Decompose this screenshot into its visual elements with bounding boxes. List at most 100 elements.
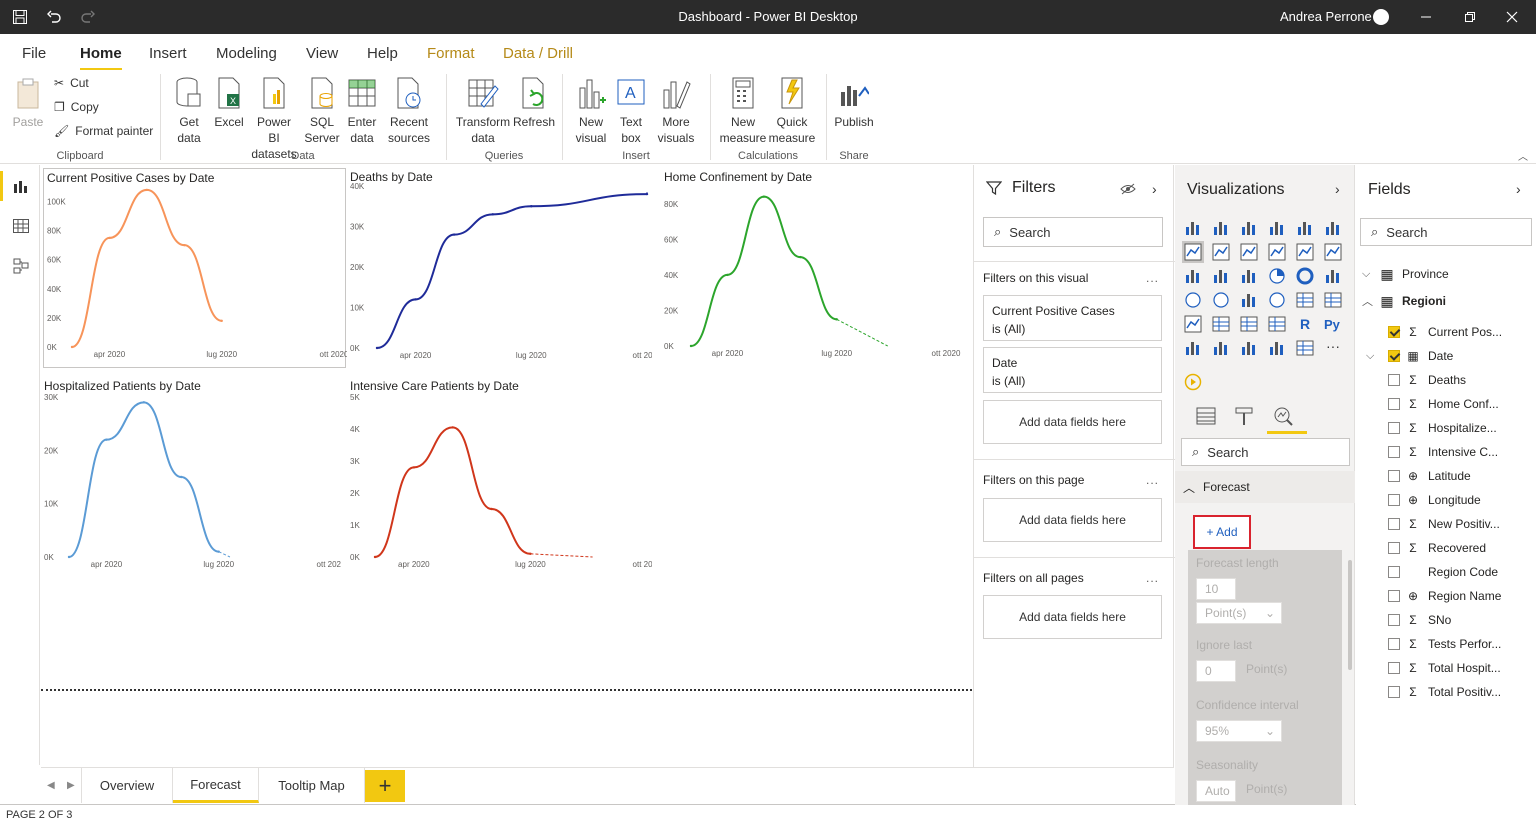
- map-icon[interactable]: [1182, 289, 1204, 311]
- menu-view[interactable]: View: [306, 45, 338, 62]
- field-checkbox[interactable]: [1388, 446, 1400, 458]
- python-visual-icon[interactable]: Py: [1322, 313, 1344, 335]
- collapse-ribbon-icon[interactable]: ︿: [1518, 148, 1528, 163]
- menu-modeling[interactable]: Modeling: [216, 45, 277, 62]
- slicer-icon[interactable]: [1210, 313, 1232, 335]
- filled-map-icon[interactable]: [1210, 289, 1232, 311]
- confidence-select[interactable]: 95% ⌄: [1196, 720, 1282, 742]
- menu-help[interactable]: Help: [367, 45, 398, 62]
- recent-sources-button[interactable]: Recent sources: [382, 74, 436, 146]
- field-table-regioni[interactable]: ︿ ▦ Regioni: [1356, 290, 1536, 312]
- report-view-icon[interactable]: [0, 171, 32, 201]
- field-checkbox[interactable]: [1388, 470, 1400, 482]
- add-forecast-button[interactable]: + Add: [1193, 515, 1251, 549]
- ribbon-chart-icon[interactable]: [1322, 241, 1344, 263]
- waterfall-icon[interactable]: [1182, 265, 1204, 287]
- drop-zone-page[interactable]: Add data fields here: [983, 498, 1162, 542]
- r-visual-icon[interactable]: R: [1294, 313, 1316, 335]
- fields-tab-icon[interactable]: [1195, 405, 1219, 429]
- copy-button[interactable]: ❐ Copy: [54, 100, 99, 114]
- drop-zone-all[interactable]: Add data fields here: [983, 595, 1162, 639]
- field-item[interactable]: ⌵ ▦ Date: [1356, 345, 1536, 367]
- chart-deaths[interactable]: Deaths by Date 40K 30K 20K 10K 0K apr 2020 lug …: [347, 168, 652, 368]
- menu-data-drill[interactable]: Data / Drill: [503, 45, 573, 62]
- field-table-province[interactable]: ⌵ ▦ Province: [1356, 263, 1536, 285]
- card-icon[interactable]: [1294, 289, 1316, 311]
- powerbi-datasets-button[interactable]: Power BI datasets: [250, 74, 298, 162]
- qa-icon[interactable]: [1238, 337, 1260, 359]
- field-item[interactable]: Σ Hospitalize...: [1356, 417, 1536, 439]
- more-icon[interactable]: ···: [1322, 337, 1344, 359]
- funnel-icon[interactable]: [1210, 265, 1232, 287]
- field-checkbox[interactable]: [1388, 542, 1400, 554]
- stacked-bar-icon[interactable]: [1182, 217, 1204, 239]
- format-tab-icon[interactable]: [1233, 405, 1257, 429]
- field-item[interactable]: Σ New Positiv...: [1356, 513, 1536, 535]
- viz-search-input[interactable]: ⌕ Search: [1181, 438, 1350, 466]
- 100-bar-icon[interactable]: [1294, 217, 1316, 239]
- field-item[interactable]: ⊕ Region Name: [1356, 585, 1536, 607]
- quick-measure-button[interactable]: Quick measure: [768, 74, 816, 146]
- user-name[interactable]: Andrea Perrone: [1280, 9, 1372, 24]
- new-measure-button[interactable]: New measure: [718, 74, 768, 146]
- field-checkbox[interactable]: [1388, 518, 1400, 530]
- seasonality-input[interactable]: Auto: [1196, 780, 1236, 802]
- key-influencers-icon[interactable]: [1182, 337, 1204, 359]
- chevron-down-icon[interactable]: ⌵: [1362, 268, 1376, 281]
- analytics-tab-icon[interactable]: [1272, 405, 1298, 429]
- stacked-area-icon[interactable]: [1238, 241, 1260, 263]
- new-visual-button[interactable]: New visual: [572, 74, 610, 146]
- field-checkbox[interactable]: [1388, 494, 1400, 506]
- data-view-icon[interactable]: [10, 215, 32, 237]
- donut-icon[interactable]: [1294, 265, 1316, 287]
- model-view-icon[interactable]: [10, 255, 32, 277]
- field-checkbox[interactable]: [1388, 374, 1400, 386]
- field-checkbox[interactable]: [1388, 686, 1400, 698]
- publish-button[interactable]: Publish: [832, 74, 876, 130]
- paste-button[interactable]: Paste: [10, 74, 46, 130]
- transform-data-button[interactable]: Transform data: [454, 74, 512, 146]
- tab-forecast[interactable]: Forecast: [173, 768, 259, 803]
- text-box-button[interactable]: A Text box: [612, 74, 650, 146]
- smart-narrative-icon[interactable]: [1266, 337, 1288, 359]
- field-item[interactable]: Σ Recovered: [1356, 537, 1536, 559]
- pie-icon[interactable]: [1266, 265, 1288, 287]
- table-icon[interactable]: [1238, 313, 1260, 335]
- collapse-viz-icon[interactable]: ›: [1335, 181, 1340, 197]
- field-item[interactable]: Σ Intensive C...: [1356, 441, 1536, 463]
- stacked-column-icon[interactable]: [1210, 217, 1232, 239]
- field-item[interactable]: Σ Current Pos...: [1356, 321, 1536, 343]
- field-checkbox[interactable]: [1388, 326, 1400, 338]
- paginated-icon[interactable]: [1294, 337, 1316, 359]
- play-axis-icon[interactable]: [1184, 373, 1204, 393]
- chart-home-confinement[interactable]: Home Confinement by Date 80K 60K 40K 20K 0K ap…: [661, 168, 961, 368]
- restore-icon[interactable]: [1458, 5, 1482, 29]
- close-icon[interactable]: [1500, 5, 1524, 29]
- sql-server-button[interactable]: SQL Server: [302, 74, 342, 146]
- field-checkbox[interactable]: [1388, 590, 1400, 602]
- field-checkbox[interactable]: [1388, 566, 1400, 578]
- avatar[interactable]: [1373, 9, 1389, 25]
- multi-row-card-icon[interactable]: [1322, 289, 1344, 311]
- fields-search-input[interactable]: ⌕ Search: [1360, 218, 1532, 246]
- menu-home[interactable]: Home: [80, 45, 122, 71]
- cut-button[interactable]: ✂ Cut: [54, 76, 89, 90]
- chart-hospitalized[interactable]: Hospitalized Patients by Date 30K 20K 10K 0K…: [41, 377, 341, 582]
- kpi-icon[interactable]: [1182, 313, 1204, 335]
- field-item[interactable]: Σ SNo: [1356, 609, 1536, 631]
- field-item[interactable]: Σ Tests Perfor...: [1356, 633, 1536, 655]
- prev-page-icon[interactable]: ◀: [47, 780, 55, 791]
- 100-column-icon[interactable]: [1322, 217, 1344, 239]
- line-chart-icon[interactable]: [1182, 241, 1204, 263]
- field-checkbox[interactable]: [1388, 398, 1400, 410]
- tab-overview[interactable]: Overview: [81, 768, 173, 803]
- field-item[interactable]: Region Code: [1356, 561, 1536, 583]
- field-item[interactable]: Σ Deaths: [1356, 369, 1536, 391]
- refresh-button[interactable]: Refresh: [512, 74, 556, 130]
- filter-card-date[interactable]: Date is (All): [983, 347, 1162, 393]
- field-checkbox[interactable]: [1388, 350, 1400, 362]
- chevron-down-icon[interactable]: ⌵: [1366, 350, 1380, 363]
- chart-intensive-care[interactable]: Intensive Care Patients by Date 5K 4K 3K 2K 1…: [347, 377, 652, 582]
- field-item[interactable]: Σ Home Conf...: [1356, 393, 1536, 415]
- clustered-column-icon[interactable]: [1266, 217, 1288, 239]
